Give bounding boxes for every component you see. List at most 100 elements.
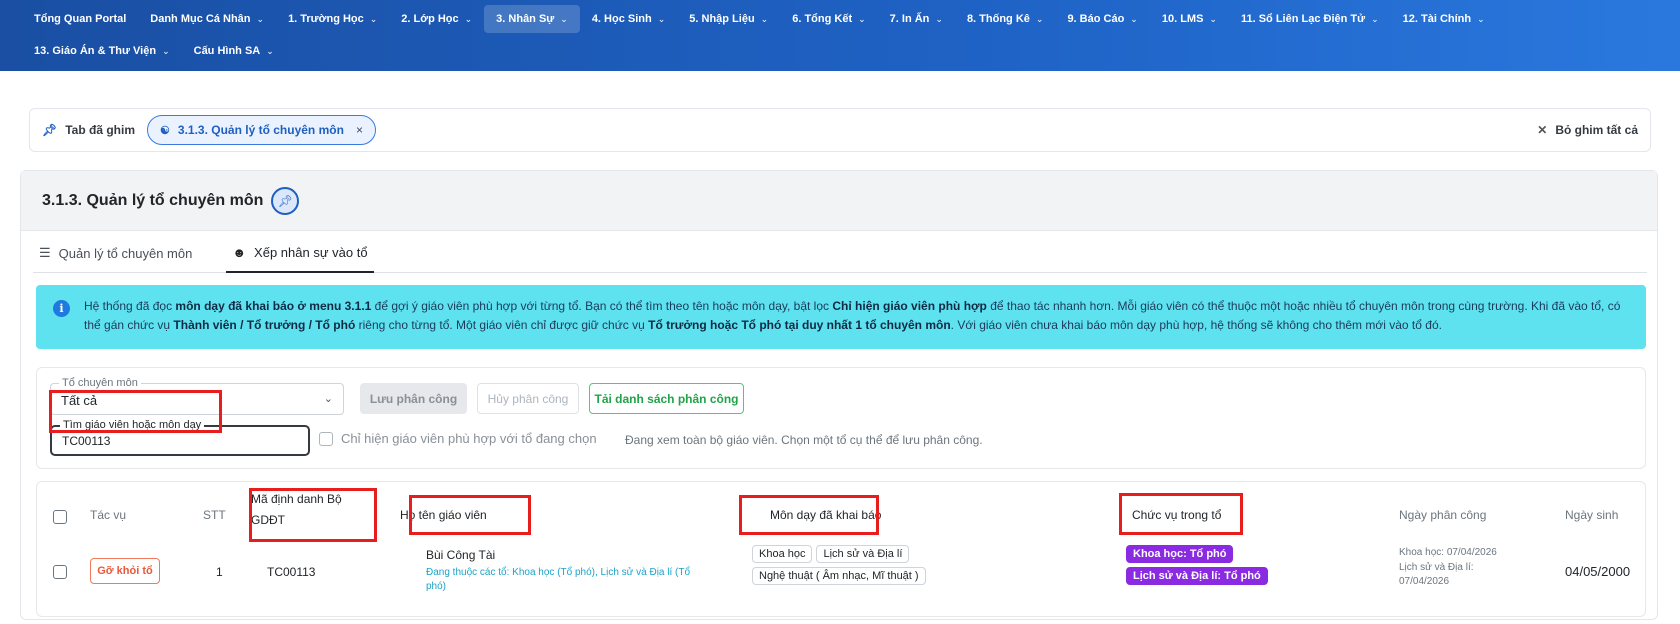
nav-item-label: 13. Giáo Án & Thư Viện (34, 45, 157, 57)
chevron-down-icon: ⌄ (256, 13, 265, 24)
nav-item-row2-0[interactable]: 13. Giáo Án & Thư Viện ⌄ (22, 37, 182, 65)
teacher-groups-note: Đang thuộc các tổ: Khoa học (Tổ phó), Lị… (426, 567, 691, 592)
pinned-tab-quan-ly-to[interactable]: ☯ 3.1.3. Quản lý tổ chuyên môn × (147, 115, 376, 145)
nav-item-row1-5[interactable]: 4. Học Sinh ⌄ (580, 5, 677, 33)
filter-panel: Tổ chuyên môn Tất cả ⌄ Lưu phân công Hủy… (36, 367, 1646, 469)
pinned-tabs-label: 📌︎ Tab đã ghim (42, 123, 135, 137)
chevron-down-icon: ⌄ (323, 393, 333, 405)
header-assigned-date: Ngày phân công (1399, 508, 1487, 522)
pinned-tab-label: 3.1.3. Quản lý tổ chuyên môn (177, 123, 344, 137)
row-dob: 04/05/2000 (1565, 564, 1631, 579)
assigned-date-3: 07/04/2026 (1399, 576, 1450, 587)
row-stt: 1 (216, 565, 223, 579)
header-action: Tác vụ (90, 508, 127, 522)
chevron-down-icon: ⌄ (858, 13, 866, 24)
nav-item-row1-6[interactable]: 5. Nhập Liệu ⌄ (677, 5, 780, 33)
nav-row-2: 13. Giáo Án & Thư Viện ⌄ Cấu Hình SA ⌄ (22, 35, 1660, 67)
select-all-checkbox[interactable] (53, 510, 67, 524)
nav-item-row1-3[interactable]: 2. Lớp Học ⌄ (389, 5, 484, 33)
nav-item-label: 6. Tổng Kết (792, 13, 853, 25)
nav-item-label: 8. Thống Kê (966, 13, 1030, 25)
subject-chip: Khoa học (752, 545, 813, 563)
chevron-down-icon: ⌄ (560, 13, 568, 24)
nav-item-label: 10. LMS (1161, 13, 1204, 25)
pin-icon: 📌︎ (277, 193, 293, 208)
assigned-date-1: Khoa học: 07/04/2026 (1399, 547, 1497, 558)
chevron-down-icon: ⌄ (657, 13, 666, 24)
pinned-tabs-label-text: Tab đã ghim (65, 123, 136, 137)
chevron-down-icon: ⌄ (1371, 13, 1379, 24)
role-badge: Lịch sử và Địa lí: Tổ phó (1126, 567, 1268, 585)
nav-item-label: 4. Học Sinh (591, 13, 652, 25)
nav-item-row1-1[interactable]: Danh Mục Cá Nhân ⌄ (138, 5, 276, 33)
header-subjects: Môn dạy đã khai báo (770, 508, 882, 522)
search-input[interactable]: Tìm giáo viên hoặc môn dạy TC00113 (50, 419, 310, 456)
users-icon: ☻ (232, 244, 247, 260)
remove-from-group-button[interactable]: Gỡ khỏi tổ (90, 558, 160, 584)
card-header: 3.1.3. Quản lý tổ chuyên môn 📌︎ (21, 171, 1657, 231)
nav-item-row1-4[interactable]: 3. Nhân Sự ⌄ (484, 5, 580, 33)
close-icon[interactable]: × (356, 123, 363, 137)
tab-quan-ly-to-chuyen-mon[interactable]: ☰ Quản lý tổ chuyên môn (33, 233, 198, 273)
chevron-down-icon: ⌄ (1035, 13, 1044, 24)
chevron-down-icon: ⌄ (464, 13, 473, 24)
nav-item-label: 12. Tài Chính (1402, 13, 1472, 25)
header-stt: STT (203, 508, 226, 522)
nav-item-row1-7[interactable]: 6. Tổng Kết ⌄ (780, 5, 877, 33)
header-name: Họ tên giáo viên (400, 508, 487, 522)
nav-item-label: Cấu Hình SA (193, 45, 261, 57)
info-text: Hệ thống đã đọc môn dạy đã khai báo ở me… (84, 299, 1621, 332)
subject-chip: Nghệ thuật ( Âm nhạc, Mĩ thuật ) (752, 567, 926, 585)
unpin-all-button[interactable]: ✕ Bỏ ghim tất cả (1537, 123, 1638, 137)
nav-item-row1-10[interactable]: 9. Báo Cáo ⌄ (1055, 5, 1149, 33)
nav-item-row2-1[interactable]: Cấu Hình SA ⌄ (182, 37, 286, 65)
nav-item-label: 3. Nhân Sự (496, 13, 555, 25)
group-select[interactable]: Tổ chuyên môn Tất cả ⌄ (50, 377, 344, 415)
nav-item-label: 2. Lớp Học (401, 13, 459, 25)
cancel-assignment-button[interactable]: Hủy phân công (477, 383, 579, 414)
nav-item-row1-12[interactable]: 11. Sổ Liên Lạc Điện Tử ⌄ (1229, 5, 1391, 33)
pinned-tabs-bar: 📌︎ Tab đã ghim ☯ 3.1.3. Quản lý tổ chuyê… (29, 108, 1651, 152)
row-roles-cell: Khoa học: Tổ phó Lịch sử và Địa lí: Tổ ph… (1126, 545, 1326, 589)
page-title: 3.1.3. Quản lý tổ chuyên môn (42, 191, 264, 209)
save-assignment-button[interactable]: Lưu phân công (360, 383, 467, 414)
header-code: Mã định danh Bộ GDĐT (251, 492, 342, 527)
header-dob: Ngày sinh (1565, 508, 1619, 522)
only-matching-checkbox[interactable] (319, 431, 333, 446)
nav-item-label: 11. Sổ Liên Lạc Điện Tử (1240, 13, 1366, 25)
role-badge: Khoa học: Tổ phó (1126, 545, 1234, 563)
nav-item-row1-0[interactable]: Tổng Quan Portal (22, 5, 138, 33)
nav-item-row1-13[interactable]: 12. Tài Chính ⌄ (1391, 5, 1497, 33)
nav-row-1: Tổng Quan Portal Danh Mục Cá Nhân ⌄ 1. Trườ… (22, 3, 1660, 35)
sitemap-icon: ☯ (160, 124, 170, 137)
nav-item-label: Danh Mục Cá Nhân (150, 13, 251, 25)
row-checkbox[interactable] (53, 565, 67, 579)
tab-label: Quản lý tổ chuyên môn (58, 245, 193, 261)
group-select-label: Tổ chuyên môn (59, 377, 141, 389)
nav-item-row1-2[interactable]: 1. Trường Học ⌄ (276, 5, 389, 33)
unpin-all-label: Bỏ ghim tất cả (1555, 123, 1638, 137)
nav-item-label: Tổng Quan Portal (34, 13, 127, 25)
info-icon: i (53, 300, 70, 317)
tab-xep-nhan-su-vao-to[interactable]: ☻ Xếp nhân sự vào tổ (226, 233, 374, 273)
search-input-value: TC00113 (62, 434, 111, 448)
nav-item-label: 7. In Ấn (889, 13, 930, 25)
pin-icon: 📌︎ (42, 123, 58, 137)
assigned-date-2: Lịch sử và Địa lí: (1399, 562, 1474, 573)
row-name-cell: Bùi Công Tài Đang thuộc các tổ: Khoa học… (426, 548, 706, 594)
nav-item-row1-8[interactable]: 7. In Ấn ⌄ (878, 5, 955, 33)
chevron-down-icon: ⌄ (369, 13, 378, 24)
nav-item-row1-9[interactable]: 8. Thống Kê ⌄ (955, 5, 1056, 33)
list-icon: ☰ (39, 245, 51, 260)
search-input-label: Tìm giáo viên hoặc môn dạy (60, 419, 205, 431)
load-assignment-list-button[interactable]: Tải danh sách phân công (589, 383, 744, 414)
nav-item-row1-11[interactable]: 10. LMS ⌄ (1150, 5, 1229, 33)
chevron-down-icon: ⌄ (1130, 13, 1138, 24)
chevron-down-icon: ⌄ (1477, 13, 1485, 24)
nav-item-label: 9. Báo Cáo (1067, 13, 1125, 25)
only-matching-checkbox-row[interactable]: Chỉ hiện giáo viên phù hợp với tổ đang c… (319, 431, 597, 446)
filter-hint: Đang xem toàn bộ giáo viên. Chọn một tổ … (625, 433, 983, 447)
chevron-down-icon: ⌄ (266, 45, 274, 56)
tab-label: Xếp nhân sự vào tổ (254, 244, 368, 260)
pin-page-button[interactable]: 📌︎ (271, 186, 300, 215)
